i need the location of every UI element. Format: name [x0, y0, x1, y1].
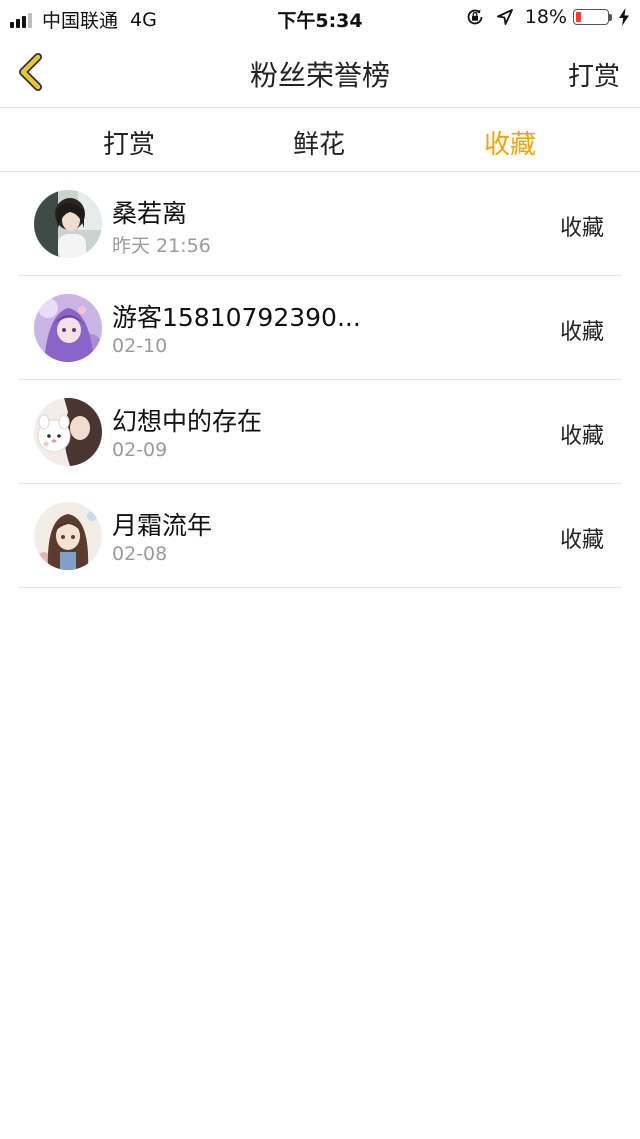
charging-icon — [619, 8, 629, 26]
fan-action: 收藏 — [559, 320, 604, 345]
battery-percent: 18% — [524, 6, 567, 28]
list-item[interactable]: 游客15810792390... 02-10 收藏 — [18, 276, 622, 380]
fan-list: 桑若离 昨天 21:56 收藏 游客15810792390... 02-10 收… — [0, 172, 640, 588]
status-bar: 中国联通 4G 下午5:34 18% — [0, 0, 640, 36]
fan-date: 02-10 — [112, 335, 168, 357]
avatar — [34, 398, 102, 466]
tab-bar: 打赏 鲜花 收藏 — [0, 108, 640, 172]
orientation-lock-icon — [467, 9, 483, 25]
fan-name: 幻想中的存在 — [112, 407, 263, 436]
fan-name: 月霜流年 — [112, 511, 213, 540]
avatar — [34, 294, 102, 362]
list-item[interactable]: 月霜流年 02-08 收藏 — [18, 484, 622, 588]
avatar — [34, 502, 102, 570]
fan-date: 02-09 — [112, 439, 168, 461]
page-title: 粉丝荣誉榜 — [249, 59, 390, 92]
fan-date: 02-08 — [112, 543, 168, 565]
fan-name: 桑若离 — [112, 199, 188, 228]
battery-nub — [609, 13, 612, 21]
list-item[interactable]: 幻想中的存在 02-09 收藏 — [18, 380, 622, 484]
tab-reward[interactable]: 打赏 — [34, 124, 224, 161]
tab-flowers[interactable]: 鲜花 — [224, 124, 414, 161]
fan-action: 收藏 — [559, 424, 604, 449]
battery-icon — [573, 9, 609, 25]
fan-name: 游客15810792390... — [112, 303, 361, 332]
fan-date: 昨天 21:56 — [112, 235, 211, 257]
nav-bar: 粉丝荣誉榜 打赏 — [0, 36, 640, 108]
location-icon — [496, 9, 513, 25]
status-right: 18% — [465, 6, 630, 28]
reward-button[interactable]: 打赏 — [568, 56, 620, 93]
fan-action: 收藏 — [559, 216, 604, 241]
tab-favorites[interactable]: 收藏 — [415, 124, 605, 161]
battery-level-fill — [576, 12, 581, 22]
avatar — [34, 190, 102, 258]
fan-action: 收藏 — [559, 528, 604, 553]
list-item[interactable]: 桑若离 昨天 21:56 收藏 — [18, 172, 622, 276]
